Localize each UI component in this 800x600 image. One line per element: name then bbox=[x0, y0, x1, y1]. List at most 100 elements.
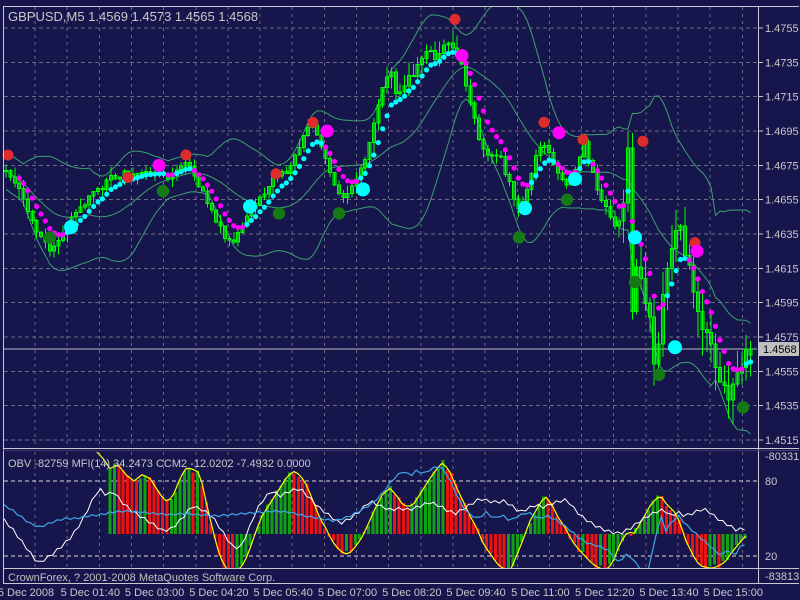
candle-body bbox=[394, 72, 397, 93]
candle-body bbox=[337, 185, 340, 194]
candle-body bbox=[13, 177, 16, 183]
price-tick-label: 1.4695 bbox=[765, 126, 799, 138]
trend-trail-dot bbox=[529, 180, 534, 185]
candle-body bbox=[96, 189, 99, 192]
candle-body bbox=[101, 189, 104, 190]
candle-body bbox=[429, 51, 432, 52]
trend-trail-dot bbox=[450, 50, 455, 55]
trend-trail-dot bbox=[472, 82, 477, 87]
trend-trail-dot bbox=[38, 211, 43, 216]
signal-dot-red bbox=[308, 117, 319, 128]
trend-trail-dot bbox=[485, 119, 490, 124]
candle-body bbox=[364, 160, 367, 169]
ccm2-histogram-bar bbox=[275, 491, 278, 535]
candle-body bbox=[215, 210, 218, 222]
trend-trail-dot bbox=[332, 159, 337, 164]
candle-body bbox=[714, 344, 717, 367]
time-tick-label: 5 Dec 03:00 bbox=[125, 587, 184, 599]
candle-body bbox=[92, 192, 95, 196]
candle-body bbox=[683, 226, 686, 255]
trend-trail-dot bbox=[612, 199, 617, 204]
trend-trail-dot bbox=[748, 359, 753, 364]
ccm2-histogram-bar bbox=[402, 503, 405, 534]
ccm2-histogram-bar bbox=[428, 480, 431, 534]
candle-body bbox=[329, 159, 332, 173]
trend-trail-dot bbox=[490, 128, 495, 133]
candle-body bbox=[342, 194, 345, 198]
trend-trail-dot bbox=[476, 96, 481, 101]
signal-dot-green bbox=[44, 231, 56, 243]
candle-body bbox=[294, 155, 297, 165]
candle-body bbox=[749, 349, 752, 355]
indicator-label: OBV -82759 MFI(14) 34.2473 CCM2 -12.0202… bbox=[8, 458, 311, 470]
trend-trail-dot bbox=[240, 224, 245, 229]
candle-body bbox=[600, 190, 603, 201]
ccm2-histogram-bar bbox=[468, 515, 471, 534]
candle-body bbox=[635, 267, 638, 312]
price-tick-label: 1.4715 bbox=[765, 92, 799, 104]
candle-body bbox=[333, 173, 336, 186]
trend-trail-dot bbox=[433, 61, 438, 66]
trend-trail-dot bbox=[196, 172, 201, 177]
trend-trail-dot bbox=[516, 176, 521, 181]
trend-trail-dot bbox=[43, 218, 48, 223]
trend-trail-dot bbox=[621, 203, 626, 208]
trend-trail-dot bbox=[354, 179, 359, 184]
trend-trail-dot bbox=[406, 88, 411, 93]
candle-body bbox=[640, 267, 643, 279]
ccm2-histogram-bar bbox=[323, 529, 326, 535]
trend-trail-dot bbox=[389, 102, 394, 107]
price-tick-label: 1.4615 bbox=[765, 263, 799, 275]
candle-body bbox=[697, 292, 700, 312]
trend-trail-dot bbox=[262, 205, 267, 210]
trend-trail-dot bbox=[722, 349, 727, 354]
candle-body bbox=[188, 163, 191, 167]
trend-trail-dot bbox=[87, 209, 92, 214]
level-20-label: 20 bbox=[765, 551, 777, 563]
signal-dot-magenta bbox=[456, 49, 469, 62]
candle-body bbox=[710, 332, 713, 344]
candle-body bbox=[407, 76, 410, 86]
candle-body bbox=[478, 118, 481, 139]
trend-trail-dot bbox=[511, 165, 516, 170]
trend-trail-dot bbox=[551, 159, 556, 164]
candle-body bbox=[648, 303, 651, 317]
candle-body bbox=[565, 180, 568, 185]
signal-dot-cyan bbox=[64, 220, 78, 234]
time-tick-label: 5 Dec 13:40 bbox=[639, 587, 698, 599]
ccm2-histogram-bar bbox=[139, 479, 142, 535]
trend-trail-dot bbox=[538, 166, 543, 171]
candle-body bbox=[679, 226, 682, 231]
ccm2-histogram-bar bbox=[279, 486, 282, 534]
trend-trail-dot bbox=[349, 179, 354, 184]
trend-trail-dot bbox=[34, 204, 39, 209]
ccm2-histogram-bar bbox=[652, 500, 655, 534]
candle-body bbox=[18, 183, 21, 189]
trend-trail-dot bbox=[393, 99, 398, 104]
trend-trail-dot bbox=[358, 175, 363, 180]
trend-trail-dot bbox=[730, 366, 735, 371]
trend-trail-dot bbox=[717, 337, 722, 342]
trend-trail-dot bbox=[21, 181, 26, 186]
trend-trail-dot bbox=[376, 140, 381, 145]
trend-trail-dot bbox=[463, 61, 468, 66]
signal-dot-green bbox=[157, 185, 169, 197]
trend-trail-dot bbox=[306, 148, 311, 153]
ccm2-histogram-bar bbox=[446, 469, 449, 534]
signal-dot-cyan bbox=[628, 230, 642, 244]
candle-body bbox=[504, 157, 507, 175]
candle-body bbox=[626, 148, 629, 203]
ccm2-histogram-bar bbox=[722, 534, 725, 561]
ccm2-histogram-bar bbox=[135, 480, 138, 534]
trend-trail-dot bbox=[713, 324, 718, 329]
candle-body bbox=[53, 246, 56, 251]
ccm2-histogram-bar bbox=[735, 534, 738, 545]
ccm2-histogram-bar bbox=[345, 534, 348, 551]
ccm2-histogram-bar bbox=[490, 534, 493, 554]
main-chart-plot-area[interactable] bbox=[4, 7, 757, 447]
signal-dot-cyan bbox=[518, 201, 532, 215]
ccm2-histogram-bar bbox=[231, 534, 234, 568]
trend-trail-dot bbox=[95, 199, 100, 204]
candle-body bbox=[657, 344, 660, 364]
candle-body bbox=[723, 382, 726, 386]
